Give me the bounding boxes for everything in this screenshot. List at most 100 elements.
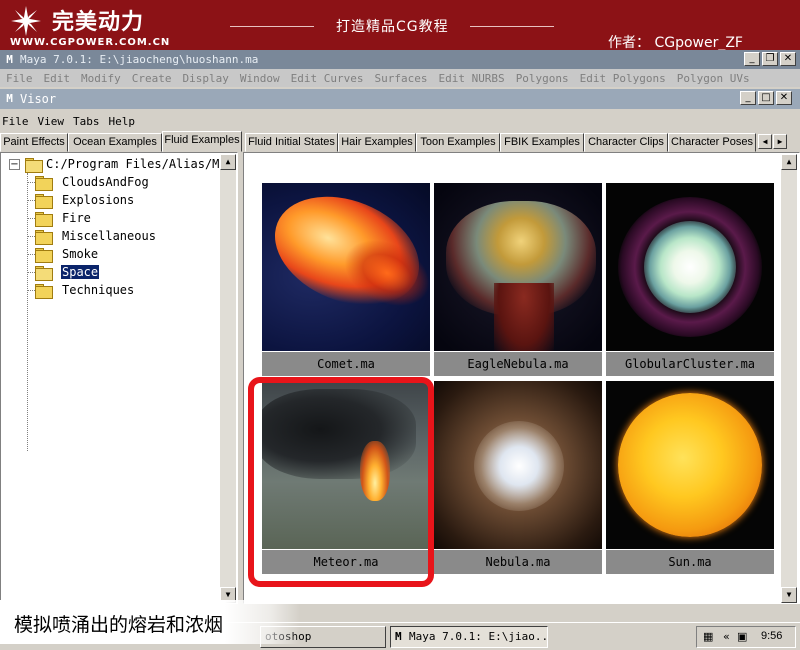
menu-edit-nurbs[interactable]: Edit NURBS [438,72,504,85]
taskbar-maya[interactable]: M Maya 7.0.1: E:\jiao... [390,626,548,648]
tree-item-miscellaneous[interactable]: Miscellaneous [27,227,157,245]
close-button[interactable]: ✕ [780,52,796,66]
visor-title: Visor [20,92,57,106]
tree-item-techniques[interactable]: Techniques [27,281,135,299]
network-icon[interactable]: ▣ [737,630,747,643]
example-caption: Nebula.ma [434,550,602,574]
comet-thumbnail [262,183,430,351]
tab-scroll-left-icon[interactable]: ◀ [758,134,772,149]
visor-app-icon: M [6,92,13,105]
folder-open-icon [35,265,53,281]
tutorial-banner: 完美动力 WWW.CGPOWER.COM.CN 打造精品CG教程 作者： CGp… [0,0,800,51]
logo-url: WWW.CGPOWER.COM.CN [10,37,171,48]
visor-menu-tabs[interactable]: Tabs [73,115,100,128]
tab-paint-effects[interactable]: Paint Effects [0,133,68,152]
tree-item-label: Fire [62,211,91,225]
taskbar-maya-label: Maya 7.0.1: E:\jiao... [409,630,548,643]
menu-modify[interactable]: Modify [81,72,121,85]
menu-file[interactable]: File [6,72,33,85]
tree-item-label: Explosions [62,193,135,207]
example-caption: GlobularCluster.ma [606,352,774,376]
visor-minimize-button[interactable]: _ [740,91,756,105]
tree-scrollbar[interactable]: ▲ ▼ [220,154,236,603]
banner-divider-right [470,26,554,27]
tree-item-label: CloudsAndFog [62,175,149,189]
tree-item-explosions[interactable]: Explosions [27,191,135,209]
banner-title: 打造精品CG教程 [336,19,449,35]
maya-menubar: File Edit Modify Create Display Window E… [0,69,800,87]
example-comet[interactable]: Comet.ma [262,183,430,379]
minimize-button[interactable]: _ [744,52,760,66]
scroll-up-icon[interactable]: ▲ [781,154,797,170]
globularcluster-thumbnail [606,183,774,351]
visor-menu-help[interactable]: Help [109,115,136,128]
tab-character-poses[interactable]: Character Poses [668,133,756,152]
visor-tabs: Paint Effects Ocean Examples Fluid Examp… [0,131,800,152]
logo-text: 完美动力 [52,10,145,35]
tree-root-label: C:/Program Files/Alias/Ma [46,157,227,171]
maya-window-title: Maya 7.0.1: E:\jiaocheng\huoshann.ma [20,53,259,66]
eaglenebula-thumbnail [434,183,602,351]
example-nebula[interactable]: Nebula.ma [434,381,602,577]
tree-item-label-selected: Space [61,265,100,279]
tree-collapse-icon[interactable]: − [9,158,20,170]
tab-fluid-initial-states[interactable]: Fluid Initial States [245,133,338,152]
tab-toon-examples[interactable]: Toon Examples [416,133,500,152]
scroll-up-icon[interactable]: ▲ [220,154,236,170]
scroll-down-icon[interactable]: ▼ [781,587,797,603]
tab-fbik-examples[interactable]: FBIK Examples [500,133,584,152]
tree-root[interactable]: − C:/Program Files/Alias/Ma [9,156,227,173]
folder-icon [35,211,53,227]
tree-item-cloudsandfog[interactable]: CloudsAndFog [27,173,150,191]
expand-tray-icon[interactable]: « [723,630,730,643]
maya-window-controls: _ ❐ ✕ [744,52,796,66]
tab-ocean-examples[interactable]: Ocean Examples [68,133,162,152]
sun-thumbnail [606,381,774,549]
subtitle-overlay: 模拟喷涌出的熔岩和浓烟 [0,600,300,644]
tree-item-space[interactable]: Space [27,263,100,281]
example-sun[interactable]: Sun.ma [606,381,774,577]
menu-window[interactable]: Window [240,72,280,85]
system-tray: ▦ « ▣ 9:56 [696,626,796,648]
menu-polygon-uvs[interactable]: Polygon UVs [677,72,750,85]
visor-maximize-button[interactable]: □ [758,91,774,105]
visor-menu-view[interactable]: View [38,115,65,128]
example-globularcluster[interactable]: GlobularCluster.ma [606,183,774,379]
logo-star-icon [11,6,41,36]
nebula-thumbnail [434,381,602,549]
menu-edit[interactable]: Edit [44,72,71,85]
examples-scrollbar[interactable]: ▲ ▼ [781,154,797,603]
maya-titlebar: M Maya 7.0.1: E:\jiaocheng\huoshann.ma _… [0,50,800,69]
restore-button[interactable]: ❐ [762,52,778,66]
visor-menu-file[interactable]: File [2,115,29,128]
clock: 9:56 [761,630,783,642]
example-caption: Sun.ma [606,550,774,574]
tree-item-smoke[interactable]: Smoke [27,245,99,263]
maya-taskbar-icon: M [395,630,402,643]
visor-window-controls: _ □ ✕ [740,91,792,105]
menu-edit-polygons[interactable]: Edit Polygons [580,72,666,85]
tab-character-clips[interactable]: Character Clips [584,133,668,152]
tree-item-label: Smoke [62,247,99,261]
visor-menubar: File View Tabs Help [0,112,800,130]
example-eaglenebula[interactable]: EagleNebula.ma [434,183,602,379]
banner-author: 作者： CGpower_ZF [608,35,743,51]
menu-create[interactable]: Create [132,72,172,85]
folder-icon [35,229,53,245]
tab-scroll-right-icon[interactable]: ▶ [773,134,787,149]
banner-divider-left [230,26,314,27]
folder-icon [35,175,53,191]
menu-display[interactable]: Display [183,72,229,85]
menu-surfaces[interactable]: Surfaces [374,72,427,85]
visor-close-button[interactable]: ✕ [776,91,792,105]
tree-item-label: Techniques [62,283,135,297]
tab-hair-examples[interactable]: Hair Examples [338,133,416,152]
folder-icon [35,247,53,263]
tab-fluid-examples[interactable]: Fluid Examples [162,131,242,152]
menu-polygons[interactable]: Polygons [516,72,569,85]
keyboard-icon[interactable]: ▦ [703,630,713,643]
tree-item-fire[interactable]: Fire [27,209,92,227]
folder-open-icon [25,157,43,173]
menu-edit-curves[interactable]: Edit Curves [291,72,364,85]
folder-tree-panel: − C:/Program Files/Alias/Ma CloudsAndFog… [0,152,238,604]
